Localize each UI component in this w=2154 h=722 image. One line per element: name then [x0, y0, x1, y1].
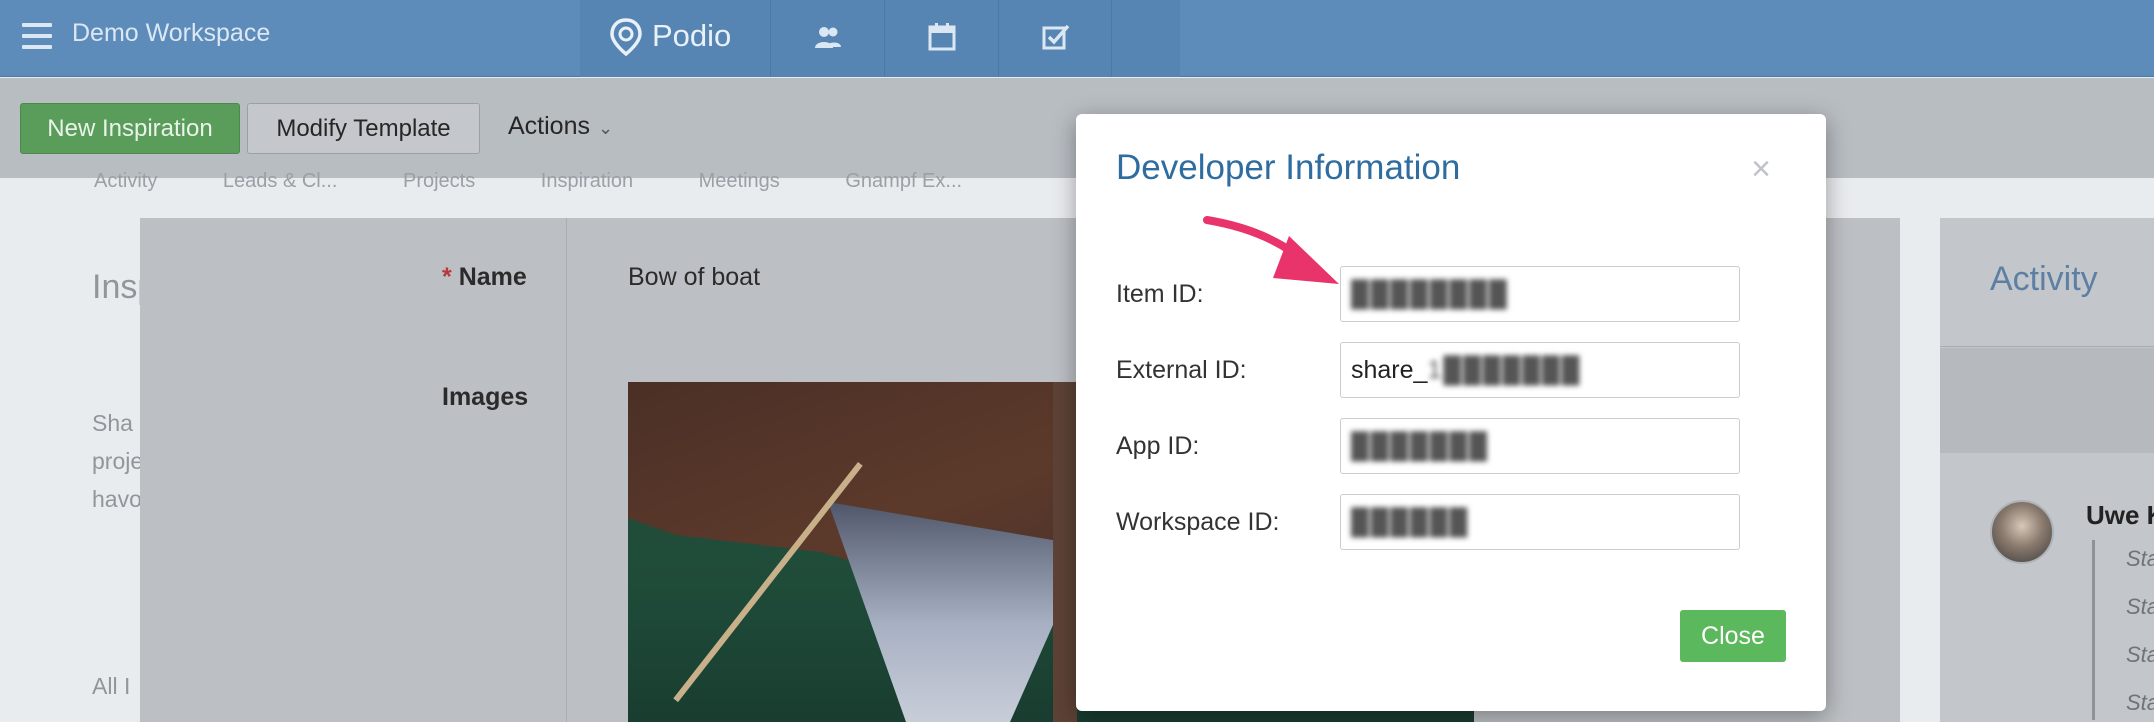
name-field-label: * Name	[442, 263, 527, 292]
tab-meetings[interactable]: Meetings	[699, 170, 780, 192]
item-id-value: ████████	[1351, 279, 1509, 308]
activity-status: Sta	[2126, 690, 2154, 715]
item-id-field[interactable]: ████████	[1340, 266, 1740, 322]
app-id-value: ███████	[1351, 431, 1489, 460]
external-id-prefix: share_	[1351, 355, 1428, 384]
app-id-field[interactable]: ███████	[1340, 418, 1740, 474]
menu-icon[interactable]	[22, 23, 52, 49]
required-marker: *	[442, 263, 452, 291]
activity-user-name[interactable]: Uwe K	[2086, 500, 2154, 531]
name-field-value[interactable]: Bow of boat	[628, 263, 760, 292]
tab-activity[interactable]: Activity	[94, 170, 157, 192]
desc-line: havo	[92, 486, 142, 512]
activity-status: Sta	[2126, 546, 2154, 571]
desc-line: proje	[92, 448, 142, 474]
external-id-value: 1███████	[1427, 355, 1582, 384]
activity-title: Activity	[1990, 260, 2098, 298]
item-id-label: Item ID:	[1116, 280, 1204, 308]
actions-label: Actions	[508, 112, 590, 140]
external-id-label: External ID:	[1116, 356, 1247, 384]
calendar-nav[interactable]	[884, 0, 998, 77]
actions-dropdown[interactable]: Actions ⌄	[508, 112, 613, 141]
image-post	[1053, 382, 1077, 722]
developer-info-modal: Developer Information × Item ID: ███████…	[1076, 114, 1826, 711]
card-divider	[566, 218, 567, 722]
activity-status: Sta	[2126, 642, 2154, 667]
avatar[interactable]	[1990, 500, 2054, 564]
annotation-arrow-icon	[1203, 216, 1339, 284]
workspace-id-label: Workspace ID:	[1116, 508, 1280, 536]
external-id-field[interactable]: share_ 1███████	[1340, 342, 1740, 398]
tab-leads[interactable]: Leads & Cl...	[223, 170, 338, 192]
all-items-link[interactable]: All I	[92, 673, 130, 700]
tab-inspiration[interactable]: Inspiration	[541, 170, 633, 192]
chevron-down-icon: ⌄	[597, 118, 614, 138]
brand-area: Podio	[580, 0, 1180, 77]
contacts-nav[interactable]	[770, 0, 884, 77]
podio-logo-icon[interactable]	[610, 18, 642, 56]
brand-name[interactable]: Podio	[652, 18, 731, 54]
activity-divider	[1940, 346, 2154, 347]
activity-status: Sta	[2126, 594, 2154, 619]
app-tabs: Activity Leads & Cl... Projects Inspirat…	[94, 170, 1022, 193]
close-icon[interactable]: ×	[1746, 152, 1776, 186]
modal-title: Developer Information	[1116, 148, 1461, 187]
app-id-label: App ID:	[1116, 432, 1200, 460]
tab-projects[interactable]: Projects	[403, 170, 475, 192]
tab-gnampf[interactable]: Gnampf Ex...	[845, 170, 962, 192]
desc-line: Sha	[92, 410, 133, 436]
tasks-icon	[1042, 24, 1070, 50]
contacts-icon	[815, 27, 841, 48]
workspace-id-field[interactable]: ██████	[1340, 494, 1740, 550]
activity-timeline	[2092, 540, 2095, 720]
top-navigation-bar: Demo Workspace Podio	[0, 0, 2154, 77]
name-label-text: Name	[458, 263, 527, 291]
new-inspiration-button[interactable]: New Inspiration	[20, 103, 240, 154]
workspace-title[interactable]: Demo Workspace	[72, 19, 270, 48]
close-button[interactable]: Close	[1680, 610, 1786, 662]
images-field-label: Images	[442, 383, 529, 411]
activity-subpanel	[1940, 348, 2154, 453]
app-description: Sha proje havo	[92, 404, 142, 518]
calendar-icon	[928, 23, 956, 51]
modify-template-button[interactable]: Modify Template	[247, 103, 480, 154]
tasks-nav[interactable]	[998, 0, 1112, 77]
workspace-id-value: ██████	[1351, 507, 1470, 536]
